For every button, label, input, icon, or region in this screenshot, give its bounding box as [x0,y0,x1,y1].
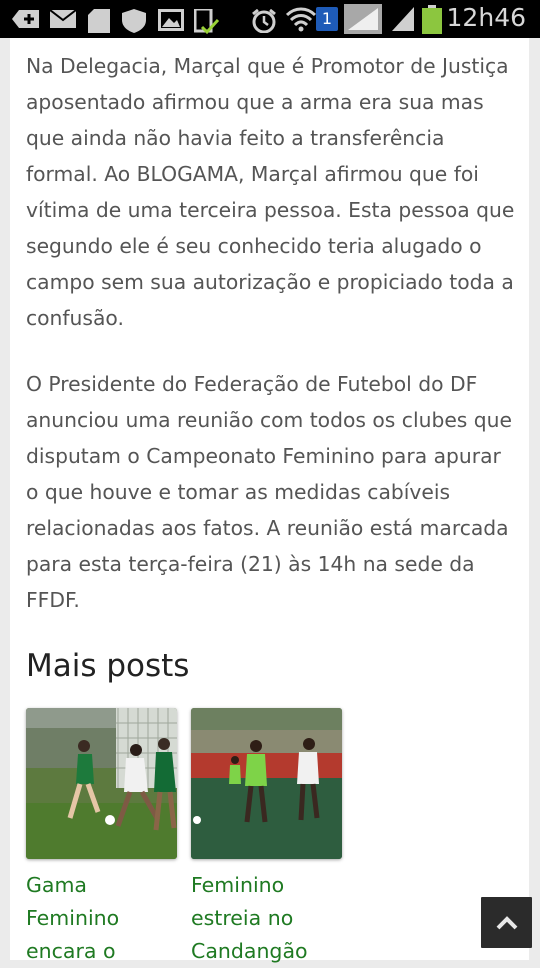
shield-icon [122,9,146,33]
post-title-link[interactable]: Gama Feminino encara o [26,869,166,968]
message-icon [50,9,76,28]
related-post: Gama Feminino encara o [26,708,178,968]
battery-icon [422,5,442,34]
scroll-to-top-button[interactable] [481,897,532,948]
status-bar: 1 12h46 [0,0,540,38]
article-paragraph: O Presidente do Federação de Futebol do … [26,372,513,612]
sd-card-icon [88,9,110,33]
signal-icon-2 [392,7,414,31]
article-card: Na Delegacia, Marçal que é Promotor de J… [10,38,529,963]
sim-badge-icon: 1 [316,7,338,31]
wifi-icon [286,7,316,32]
post-title-link[interactable]: Feminino estreia no Candangão [191,869,331,968]
post-thumbnail[interactable] [26,708,177,859]
post-thumbnail[interactable] [191,708,342,859]
chevron-up-icon [496,915,517,929]
download-done-icon [194,9,220,35]
article-paragraph: Na Delegacia, Marçal que é Promotor de J… [26,54,515,330]
status-clock: 12h46 [446,3,526,32]
more-posts-heading: Mais posts [26,648,190,684]
image-icon [158,9,184,31]
related-post: Feminino estreia no Candangão [191,708,343,968]
signal-icon [344,4,382,34]
alarm-icon [252,9,276,33]
sim-badge-label: 1 [321,9,333,28]
add-icon [12,10,39,28]
